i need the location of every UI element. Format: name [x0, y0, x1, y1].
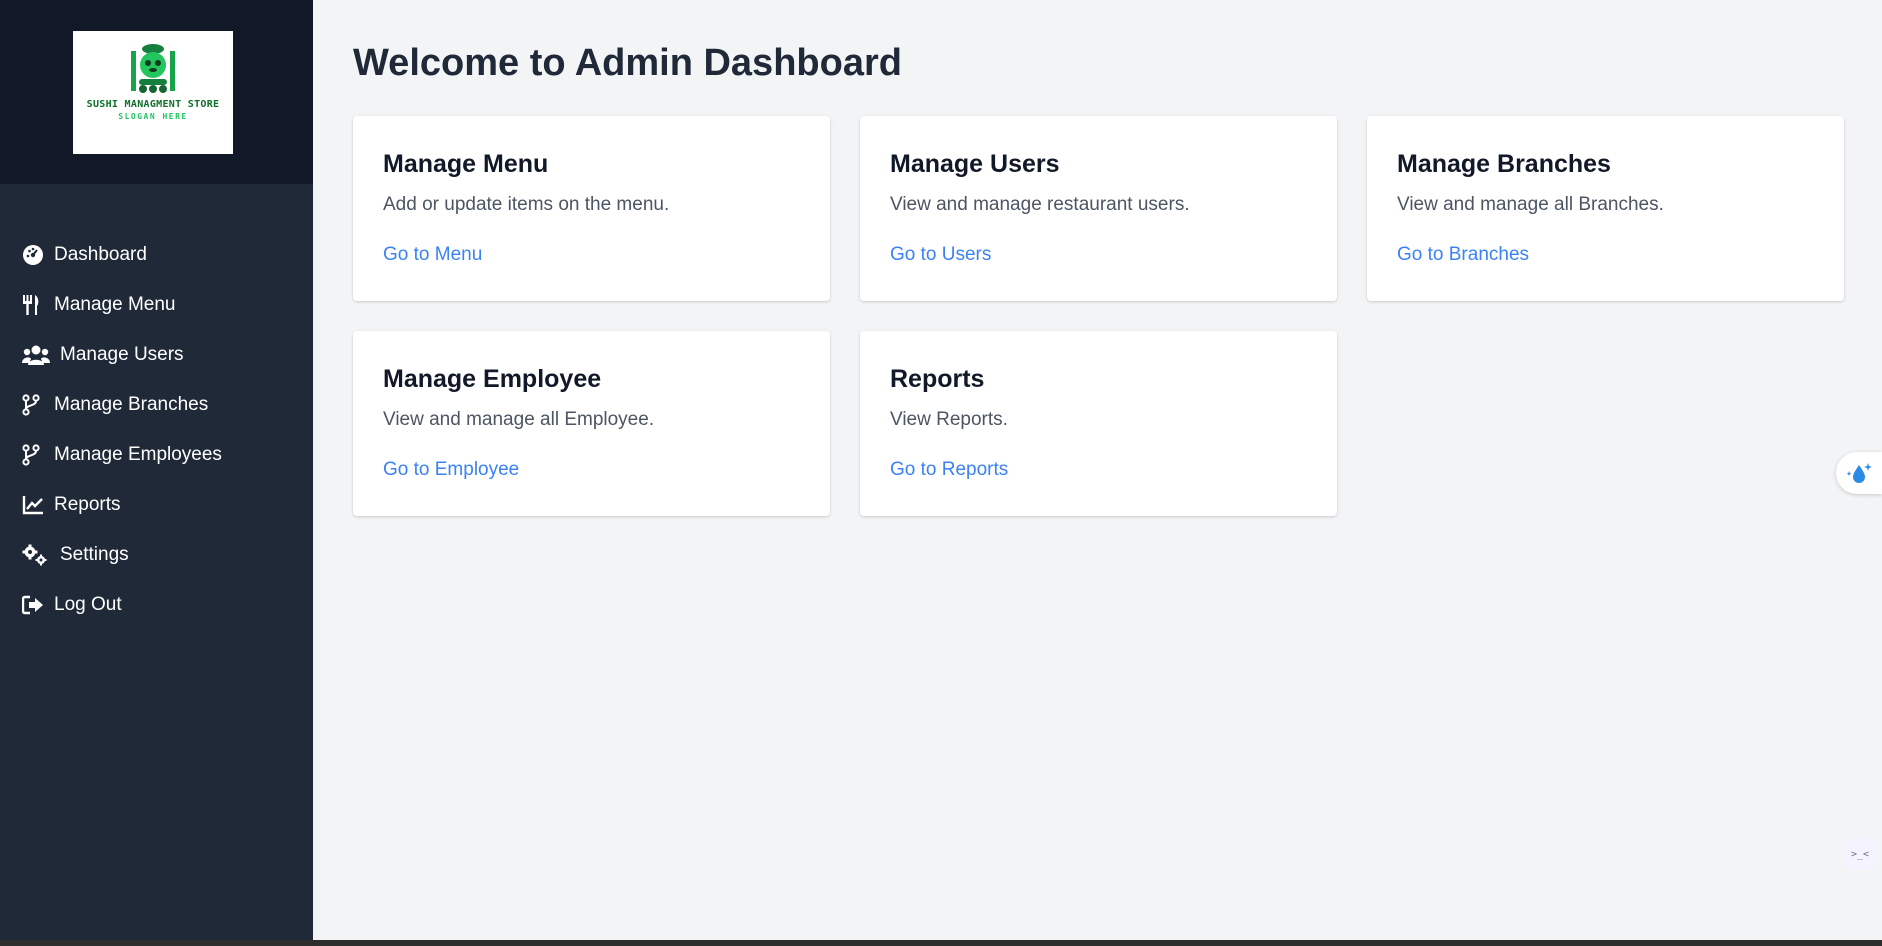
sidebar-item-settings[interactable]: Settings — [0, 530, 313, 580]
sidebar-header: SUSHI MANAGMENT STORE SLOGAN HERE — [0, 0, 313, 184]
card-description: View and manage restaurant users. — [890, 194, 1190, 215]
sidebar-item-manage-employees[interactable]: Manage Employees — [0, 430, 313, 480]
card-manage-users: Manage Users View and manage restaurant … — [860, 116, 1337, 301]
sidebar-item-label: Manage Employees — [54, 444, 222, 465]
sidebar-item-label: Log Out — [54, 594, 122, 615]
code-branch-icon — [22, 444, 48, 466]
window-bottom-edge — [0, 940, 1882, 946]
sidebar-item-label: Dashboard — [54, 244, 147, 265]
card-title: Manage Users — [890, 150, 1060, 178]
line-chart-icon — [22, 494, 48, 516]
sidebar-item-dashboard[interactable]: Dashboard — [0, 230, 313, 280]
logo-title: SUSHI MANAGMENT STORE — [86, 99, 220, 110]
sidebar: SUSHI MANAGMENT STORE SLOGAN HERE Dashbo… — [0, 0, 313, 940]
go-to-reports-link[interactable]: Go to Reports — [890, 459, 1008, 481]
go-to-employee-link[interactable]: Go to Employee — [383, 459, 519, 481]
sidebar-item-manage-menu[interactable]: Manage Menu — [0, 280, 313, 330]
floating-assistant-button[interactable] — [1836, 452, 1882, 494]
sidebar-item-log-out[interactable]: Log Out — [0, 580, 313, 630]
sidebar-item-label: Manage Users — [60, 344, 184, 365]
corner-face-text: >_< — [1850, 848, 1870, 860]
go-to-menu-link[interactable]: Go to Menu — [383, 244, 482, 266]
page-title: Welcome to Admin Dashboard — [353, 42, 902, 84]
card-description: View Reports. — [890, 409, 1008, 430]
card-title: Manage Menu — [383, 150, 549, 178]
corner-face-widget[interactable]: >_< — [1844, 838, 1876, 870]
sparkle-drop-icon — [1846, 463, 1872, 483]
sidebar-item-manage-branches[interactable]: Manage Branches — [0, 380, 313, 430]
card-description: Add or update items on the menu. — [383, 194, 670, 215]
store-logo[interactable]: SUSHI MANAGMENT STORE SLOGAN HERE — [73, 31, 233, 154]
sidebar-item-manage-users[interactable]: Manage Users — [0, 330, 313, 380]
gears-icon — [22, 544, 54, 566]
card-description: View and manage all Employee. — [383, 409, 655, 430]
sidebar-item-label: Manage Branches — [54, 394, 209, 415]
sidebar-item-label: Settings — [60, 544, 129, 565]
dashboard-gauge-icon — [22, 244, 48, 266]
card-title: Manage Employee — [383, 365, 602, 393]
sidebar-item-label: Reports — [54, 494, 121, 515]
code-branch-icon — [22, 394, 48, 416]
utensils-icon — [22, 294, 48, 316]
card-reports: Reports View Reports. Go to Reports — [860, 331, 1337, 516]
card-manage-employee: Manage Employee View and manage all Empl… — [353, 331, 830, 516]
go-to-users-link[interactable]: Go to Users — [890, 244, 991, 266]
card-manage-branches: Manage Branches View and manage all Bran… — [1367, 116, 1844, 301]
logo-slogan: SLOGAN HERE — [118, 112, 188, 121]
users-icon — [22, 344, 54, 366]
card-title: Manage Branches — [1397, 150, 1611, 178]
sidebar-nav: Dashboard Manage Menu Manage Users Manag… — [0, 230, 313, 630]
sidebar-item-label: Manage Menu — [54, 294, 176, 315]
card-manage-menu: Manage Menu Add or update items on the m… — [353, 116, 830, 301]
go-to-branches-link[interactable]: Go to Branches — [1397, 244, 1529, 266]
sushi-mascot-icon — [131, 44, 175, 93]
card-description: View and manage all Branches. — [1397, 194, 1664, 215]
sidebar-item-reports[interactable]: Reports — [0, 480, 313, 530]
main-content: Welcome to Admin Dashboard Manage Menu A… — [313, 0, 1882, 940]
sign-out-icon — [22, 594, 48, 616]
card-title: Reports — [890, 365, 985, 393]
